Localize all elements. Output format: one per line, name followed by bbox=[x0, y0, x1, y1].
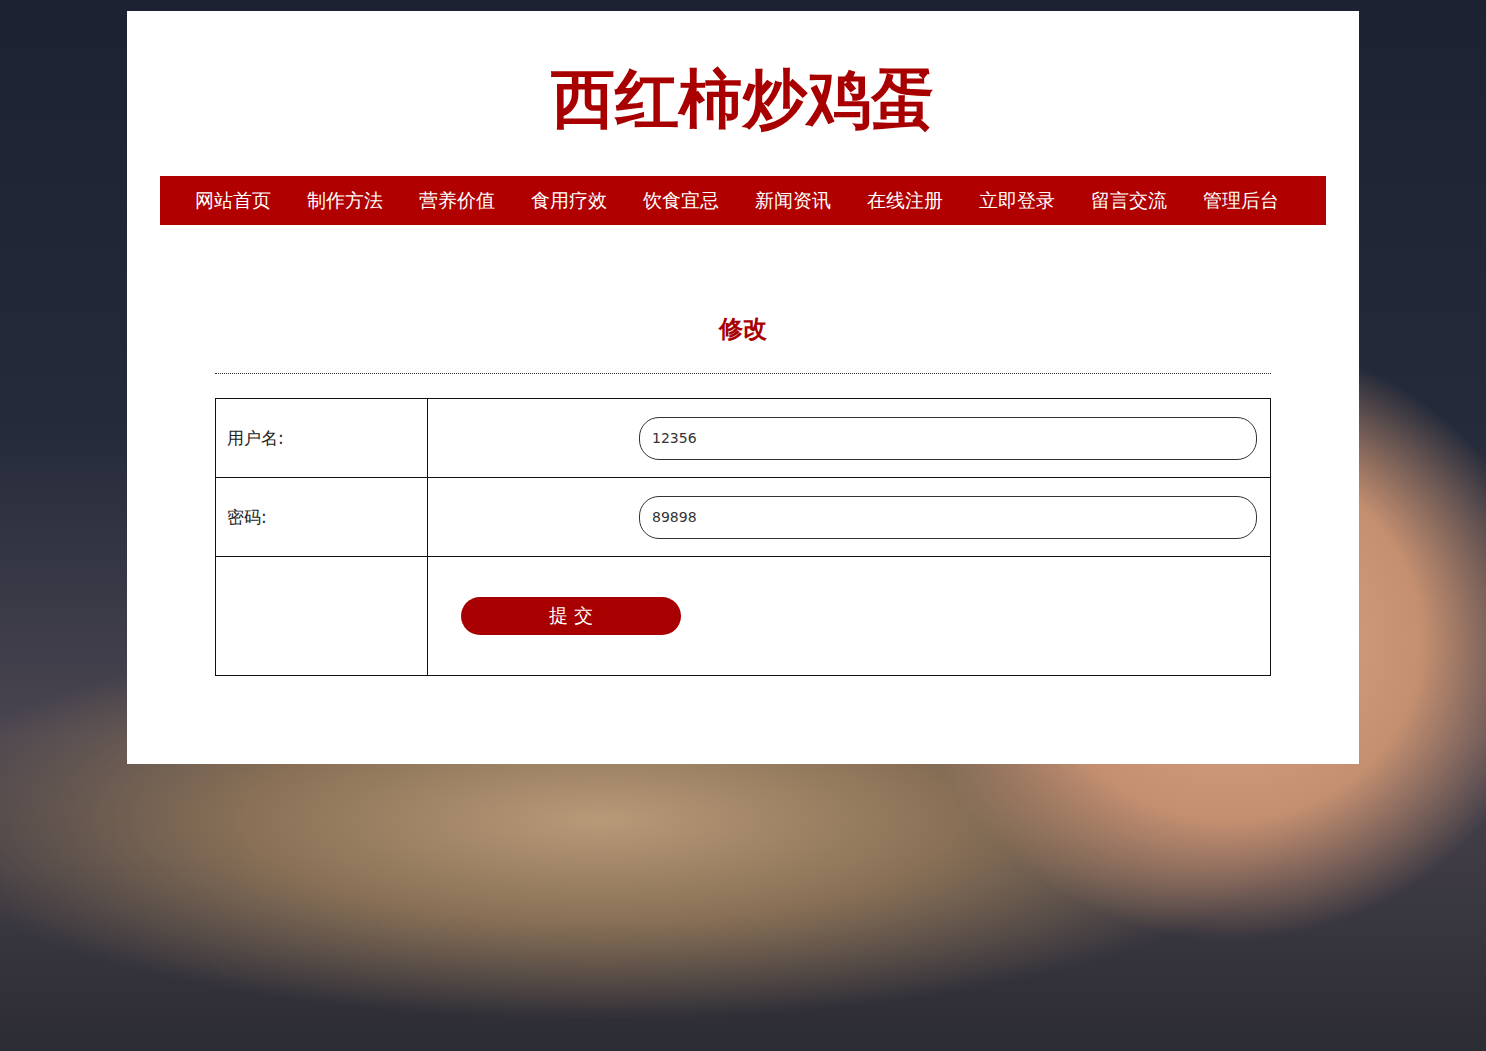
field-cell bbox=[428, 399, 1271, 478]
form-row: 用户名: bbox=[216, 399, 1271, 478]
edit-section: 修改用户名:密码: 提 交 bbox=[215, 311, 1271, 676]
main-container: 西红柿炒鸡蛋网站首页制作方法营养价值食用疗效饮食宜忌新闻资讯在线注册立即登录留言… bbox=[127, 11, 1359, 764]
submit-button[interactable]: 提 交 bbox=[461, 597, 681, 635]
edit-form: 用户名:密码: 提 交 bbox=[215, 398, 1271, 676]
form-row: 密码: bbox=[216, 478, 1271, 557]
nav-item[interactable]: 留言交流 bbox=[1073, 188, 1185, 214]
nav-bar: 网站首页制作方法营养价值食用疗效饮食宜忌新闻资讯在线注册立即登录留言交流管理后台 bbox=[160, 176, 1326, 225]
nav-item[interactable]: 网站首页 bbox=[177, 188, 289, 214]
field-label: 用户名: bbox=[216, 399, 428, 478]
nav-item[interactable]: 饮食宜忌 bbox=[625, 188, 737, 214]
site-title: 西红柿炒鸡蛋 bbox=[160, 61, 1326, 138]
section-heading: 修改 bbox=[215, 311, 1271, 347]
button-cell: 提 交 bbox=[428, 557, 1271, 676]
nav-item[interactable]: 制作方法 bbox=[289, 188, 401, 214]
nav-item[interactable]: 在线注册 bbox=[849, 188, 961, 214]
form-row: 提 交 bbox=[216, 557, 1271, 676]
nav-item[interactable]: 食用疗效 bbox=[513, 188, 625, 214]
field-cell bbox=[428, 478, 1271, 557]
page: 西红柿炒鸡蛋网站首页制作方法营养价值食用疗效饮食宜忌新闻资讯在线注册立即登录留言… bbox=[0, 0, 1486, 1051]
text-input[interactable] bbox=[639, 496, 1257, 539]
field-label: 密码: bbox=[216, 478, 428, 557]
nav-item[interactable]: 管理后台 bbox=[1185, 188, 1297, 214]
divider bbox=[215, 373, 1271, 374]
text-input[interactable] bbox=[639, 417, 1257, 460]
nav-item[interactable]: 营养价值 bbox=[401, 188, 513, 214]
empty-cell bbox=[216, 557, 428, 676]
nav-item[interactable]: 立即登录 bbox=[961, 188, 1073, 214]
nav-item[interactable]: 新闻资讯 bbox=[737, 188, 849, 214]
